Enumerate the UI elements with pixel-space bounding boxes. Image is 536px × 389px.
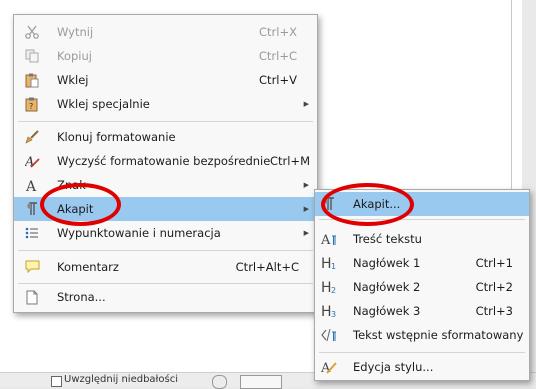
menu-item-cut[interactable]: Wytnij Ctrl+X	[14, 20, 317, 44]
submenu-item-text-body[interactable]: A Treść tekstu	[315, 227, 529, 251]
page-icon	[24, 289, 40, 305]
chevron-right-icon: ▶	[303, 181, 309, 189]
status-field[interactable]	[240, 375, 282, 389]
annotation-circle	[40, 183, 121, 226]
submenu-item-heading-1[interactable]: H1 Nagłówek 1 Ctrl+1	[315, 251, 529, 275]
heading-2-icon: H2	[321, 279, 337, 295]
menu-item-label: Wklej specjalnie	[57, 97, 150, 111]
menu-item-shortcut: Ctrl+Alt+C	[235, 260, 299, 274]
clear-formatting-icon: A	[24, 153, 40, 169]
status-text: Uwzględnij niedbałości	[64, 374, 178, 385]
svg-text:A: A	[321, 361, 331, 374]
menu-item-clone-formatting[interactable]: Klonuj formatowanie	[14, 125, 317, 149]
heading-3-icon: H3	[321, 303, 337, 319]
menu-item-shortcut: Ctrl+V	[259, 73, 297, 87]
copy-icon	[24, 48, 40, 64]
svg-text:A: A	[321, 233, 331, 246]
menu-item-label: Wytnij	[57, 25, 94, 39]
character-icon: A	[24, 177, 40, 193]
submenu-item-label: Edycja stylu...	[353, 360, 434, 374]
submenu-item-label: Nagłówek 2	[353, 280, 421, 294]
submenu-item-heading-3[interactable]: H3 Nagłówek 3 Ctrl+3	[315, 299, 529, 323]
clone-formatting-icon	[24, 129, 40, 145]
menu-item-label: Wklej	[57, 73, 89, 87]
menu-item-comment[interactable]: Komentarz Ctrl+Alt+C	[14, 255, 317, 279]
menu-item-shortcut: Ctrl+C	[258, 49, 297, 63]
svg-text:3: 3	[331, 310, 336, 318]
svg-text:A: A	[25, 179, 37, 192]
menu-item-label: Wyczyść formatowanie bezpośrednie	[57, 154, 271, 168]
svg-text:1: 1	[331, 262, 336, 270]
svg-text:H: H	[321, 280, 332, 294]
comment-icon	[24, 259, 40, 275]
context-menu: Wytnij Ctrl+X Kopiuj Ctrl+C Wklej Ctrl+V…	[13, 14, 318, 313]
text-body-icon: A	[321, 231, 337, 247]
svg-text:2: 2	[331, 286, 336, 294]
submenu-item-shortcut: Ctrl+1	[475, 256, 513, 270]
edit-style-icon: A	[321, 359, 337, 375]
status-zoom-icon[interactable]	[212, 375, 227, 389]
menu-separator	[18, 283, 313, 284]
menu-item-paste-special[interactable]: ? Wklej specjalnie ▶	[14, 92, 317, 116]
paste-icon	[24, 72, 40, 88]
chevron-right-icon: ▶	[303, 100, 309, 108]
submenu-item-heading-2[interactable]: H2 Nagłówek 2 Ctrl+2	[315, 275, 529, 299]
menu-item-shortcut: Ctrl+M	[269, 154, 310, 168]
menu-separator	[18, 121, 313, 122]
submenu-item-label: Tekst wstępnie sformatowany	[353, 328, 524, 342]
submenu-item-shortcut: Ctrl+2	[475, 280, 513, 294]
menu-separator	[319, 352, 525, 353]
menu-item-label: Klonuj formatowanie	[57, 130, 176, 144]
submenu-item-edit-style[interactable]: A Edycja stylu...	[315, 355, 529, 379]
menu-item-page[interactable]: Strona...	[14, 285, 317, 309]
menu-item-bullets-numbering[interactable]: Wypunktowanie i numeracja ▶	[14, 221, 317, 245]
svg-text:H: H	[321, 304, 332, 318]
submenu-item-label: Treść tekstu	[353, 232, 422, 246]
heading-1-icon: H1	[321, 255, 337, 271]
submenu-item-label: Nagłówek 3	[353, 304, 421, 318]
menu-item-clear-formatting[interactable]: A Wyczyść formatowanie bezpośrednie Ctrl…	[14, 149, 317, 173]
status-checkbox[interactable]	[51, 376, 62, 387]
paragraph-icon	[24, 201, 40, 217]
bullets-numbering-icon	[24, 225, 40, 241]
menu-separator	[18, 250, 313, 251]
menu-item-label: Kopiuj	[57, 49, 92, 63]
svg-text:H: H	[321, 256, 332, 270]
paste-special-icon: ?	[24, 96, 40, 112]
preformatted-text-icon	[321, 327, 337, 343]
submenu-item-label: Nagłówek 1	[353, 256, 421, 270]
submenu-item-shortcut: Ctrl+3	[475, 304, 513, 318]
menu-item-label: Komentarz	[57, 260, 119, 274]
menu-item-paste[interactable]: Wklej Ctrl+V	[14, 68, 317, 92]
menu-item-shortcut: Ctrl+X	[259, 25, 297, 39]
menu-item-label: Strona...	[57, 290, 106, 304]
annotation-circle	[321, 183, 414, 226]
svg-text:?: ?	[29, 102, 33, 111]
chevron-right-icon: ▶	[303, 229, 309, 237]
menu-item-copy[interactable]: Kopiuj Ctrl+C	[14, 44, 317, 68]
scissors-icon	[24, 24, 40, 40]
chevron-right-icon: ▶	[303, 205, 309, 213]
submenu-item-preformatted-text[interactable]: Tekst wstępnie sformatowany	[315, 323, 529, 347]
